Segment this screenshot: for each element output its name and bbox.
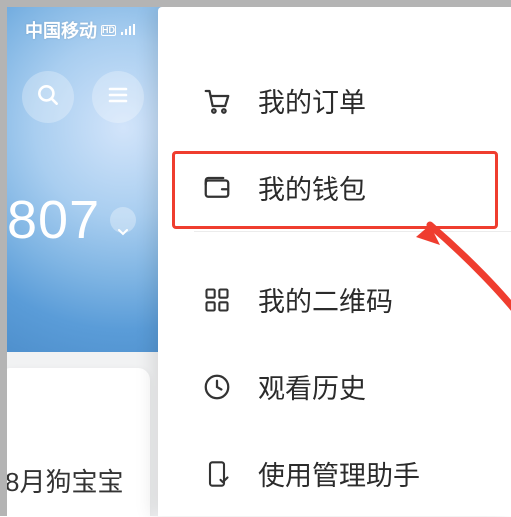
card-title: 8月狗宝宝	[7, 462, 150, 499]
qrcode-icon	[200, 283, 234, 317]
menu-item-qrcode[interactable]: 我的二维码	[158, 256, 511, 343]
hamburger-icon	[106, 83, 130, 112]
menu-item-wallet[interactable]: 我的钱包	[158, 144, 511, 231]
signal-icon	[120, 20, 136, 41]
menu-label-qrcode: 我的二维码	[258, 280, 393, 319]
menu-label-wallet: 我的钱包	[258, 168, 366, 207]
number-dropdown[interactable]	[110, 207, 136, 233]
wallet-icon	[200, 171, 234, 205]
menu-item-manage[interactable]: 使用管理助手	[158, 430, 511, 517]
menu-item-history[interactable]: 观看历史	[158, 343, 511, 430]
main-number: 807	[7, 189, 100, 251]
chevron-down-icon	[117, 189, 129, 251]
phone-gradient	[7, 7, 162, 352]
menu-label-history: 观看历史	[258, 367, 366, 406]
phone-background-pane: 中国移动 HD 807 8月狗宝宝	[7, 7, 162, 516]
menu-label-manage: 使用管理助手	[258, 454, 420, 493]
cart-icon	[200, 84, 234, 118]
status-bar: 中国移动 HD	[25, 17, 136, 43]
menu-button[interactable]	[92, 71, 144, 123]
phone-check-icon	[200, 457, 234, 491]
clock-icon	[200, 370, 234, 404]
carrier-label: 中国移动	[25, 17, 97, 43]
search-button[interactable]	[22, 71, 74, 123]
menu-label-orders: 我的订单	[258, 81, 366, 120]
main-number-row: 807	[7, 189, 136, 251]
search-icon	[35, 82, 61, 113]
menu-item-orders[interactable]: 我的订单	[158, 57, 511, 144]
drawer-menu: 我的订单 我的钱包 我的二维码 观看历史 使用管理助手	[158, 7, 511, 516]
card-area: 8月狗宝宝	[7, 352, 162, 516]
content-card[interactable]: 8月狗宝宝	[7, 368, 150, 516]
hd-badge: HD	[101, 25, 116, 36]
